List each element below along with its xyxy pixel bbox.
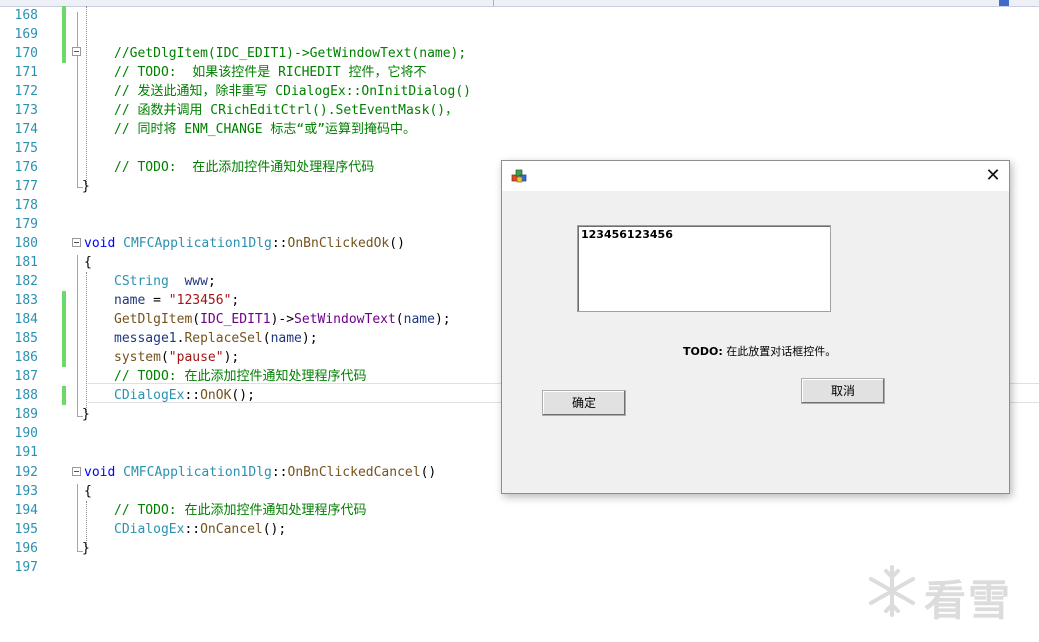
code-line: 171 // TODO: 如果该控件是 RICHEDIT 控件，它将不 bbox=[0, 63, 1039, 82]
code-line: 173 // 函数并调用 CRichEditCtrl().SetEventMas… bbox=[0, 101, 1039, 120]
line-number: 192 bbox=[14, 465, 38, 480]
line-number: 189 bbox=[14, 407, 38, 422]
line-number: 187 bbox=[14, 369, 38, 384]
code-text: // TODO: 如果该控件是 RICHEDIT 控件，它将不 bbox=[114, 65, 427, 80]
line-number: 195 bbox=[14, 522, 38, 537]
watermark-text: 看雪 bbox=[924, 576, 1013, 625]
line-number: 180 bbox=[14, 236, 38, 251]
line-number: 185 bbox=[14, 331, 38, 346]
line-number: 169 bbox=[14, 27, 38, 42]
code-text: } bbox=[82, 179, 90, 194]
code-line: 195 CDialogEx::OnCancel(); bbox=[0, 520, 1039, 539]
code-text: GetDlgItem(IDC_EDIT1)->SetWindowText(nam… bbox=[114, 312, 451, 327]
code-text: CString www; bbox=[114, 274, 216, 289]
line-number: 190 bbox=[14, 426, 38, 441]
line-number: 188 bbox=[14, 388, 38, 403]
todo-static-text: TODO: 在此放置对话框控件。 bbox=[683, 343, 836, 359]
line-number: 170 bbox=[14, 46, 38, 61]
code-text: // 发送此通知，除非重写 CDialogEx::OnInitDialog() bbox=[114, 84, 471, 99]
function-name: OnBnClickedOk bbox=[287, 236, 390, 251]
line-number: 193 bbox=[14, 484, 38, 499]
code-line: 170 //GetDlgItem(IDC_EDIT1)->GetWindowTe… bbox=[0, 44, 1039, 63]
edit-control-value: 123456123456 bbox=[581, 228, 673, 241]
code-line: 172 // 发送此通知，除非重写 CDialogEx::OnInitDialo… bbox=[0, 82, 1039, 101]
line-number: 197 bbox=[14, 560, 38, 575]
line-number: 181 bbox=[14, 255, 38, 270]
code-text: { bbox=[84, 255, 92, 270]
code-line: 169 bbox=[0, 25, 1039, 44]
ok-button[interactable]: 确定 bbox=[542, 390, 626, 416]
line-number: 171 bbox=[14, 65, 38, 80]
line-number: 175 bbox=[14, 141, 38, 156]
code-text: // 函数并调用 CRichEditCtrl().SetEventMask()， bbox=[114, 103, 459, 118]
watermark: 看雪 bbox=[864, 563, 1024, 625]
mfc-app-icon bbox=[511, 169, 527, 183]
code-text: CDialogEx::OnOK(); bbox=[114, 388, 255, 403]
mfc-dialog-window[interactable]: ✕ 123456123456 TODO: 在此放置对话框控件。 确定 取消 bbox=[501, 160, 1010, 494]
code-line: 194 // TODO: 在此添加控件通知处理程序代码 bbox=[0, 501, 1039, 520]
code-text: //GetDlgItem(IDC_EDIT1)->GetWindowText(n… bbox=[114, 46, 467, 61]
code-text: void CMFCApplication1Dlg::OnBnClickedCan… bbox=[84, 465, 437, 480]
line-number: 172 bbox=[14, 84, 38, 99]
line-number: 179 bbox=[14, 217, 38, 232]
code-text: CDialogEx::OnCancel(); bbox=[114, 522, 287, 537]
line-number: 176 bbox=[14, 160, 38, 175]
close-button[interactable]: ✕ bbox=[977, 161, 1009, 191]
line-number: 184 bbox=[14, 312, 38, 327]
line-number: 178 bbox=[14, 198, 38, 213]
code-text: // 同时将 ENM_CHANGE 标志“或”运算到掩码中。 bbox=[114, 122, 417, 137]
todo-label: TODO: bbox=[683, 345, 723, 358]
function-name: OnBnClickedCancel bbox=[287, 465, 421, 480]
code-text: void CMFCApplication1Dlg::OnBnClickedOk(… bbox=[84, 236, 405, 251]
class-name: CMFCApplication1Dlg bbox=[123, 465, 272, 480]
line-number: 183 bbox=[14, 293, 38, 308]
code-line: 168 bbox=[0, 6, 1039, 25]
dialog-title-bar[interactable]: ✕ bbox=[502, 161, 1009, 191]
line-number: 191 bbox=[14, 445, 38, 460]
code-text: message1.ReplaceSel(name); bbox=[114, 331, 318, 346]
code-text: // TODO: 在此添加控件通知处理程序代码 bbox=[114, 369, 367, 384]
line-number: 174 bbox=[14, 122, 38, 137]
todo-message: 在此放置对话框控件。 bbox=[722, 345, 837, 358]
code-line: 175 bbox=[0, 139, 1039, 158]
code-line: 196 } bbox=[0, 539, 1039, 558]
line-number: 168 bbox=[14, 8, 38, 23]
line-number: 182 bbox=[14, 274, 38, 289]
code-text: { bbox=[84, 484, 92, 499]
code-text: } bbox=[82, 407, 90, 422]
code-text: name = "123456"; bbox=[114, 293, 240, 308]
line-number: 196 bbox=[14, 541, 38, 556]
keyword-void: void bbox=[84, 236, 116, 251]
cancel-button[interactable]: 取消 bbox=[801, 378, 885, 404]
keyword-void: void bbox=[84, 465, 116, 480]
class-name: CMFCApplication1Dlg bbox=[123, 236, 272, 251]
code-text: } bbox=[82, 541, 90, 556]
line-number: 194 bbox=[14, 503, 38, 518]
line-number: 186 bbox=[14, 350, 38, 365]
line-number: 177 bbox=[14, 179, 38, 194]
edit-control-idc-edit1[interactable]: 123456123456 bbox=[577, 225, 831, 312]
line-number: 173 bbox=[14, 103, 38, 118]
code-text: // TODO: 在此添加控件通知处理程序代码 bbox=[114, 503, 367, 518]
snowflake-icon bbox=[869, 565, 915, 617]
code-line: 174 // 同时将 ENM_CHANGE 标志“或”运算到掩码中。 bbox=[0, 120, 1039, 139]
code-text: system("pause"); bbox=[114, 350, 240, 365]
code-text: // TODO: 在此添加控件通知处理程序代码 bbox=[114, 160, 375, 175]
close-icon: ✕ bbox=[985, 165, 1001, 186]
